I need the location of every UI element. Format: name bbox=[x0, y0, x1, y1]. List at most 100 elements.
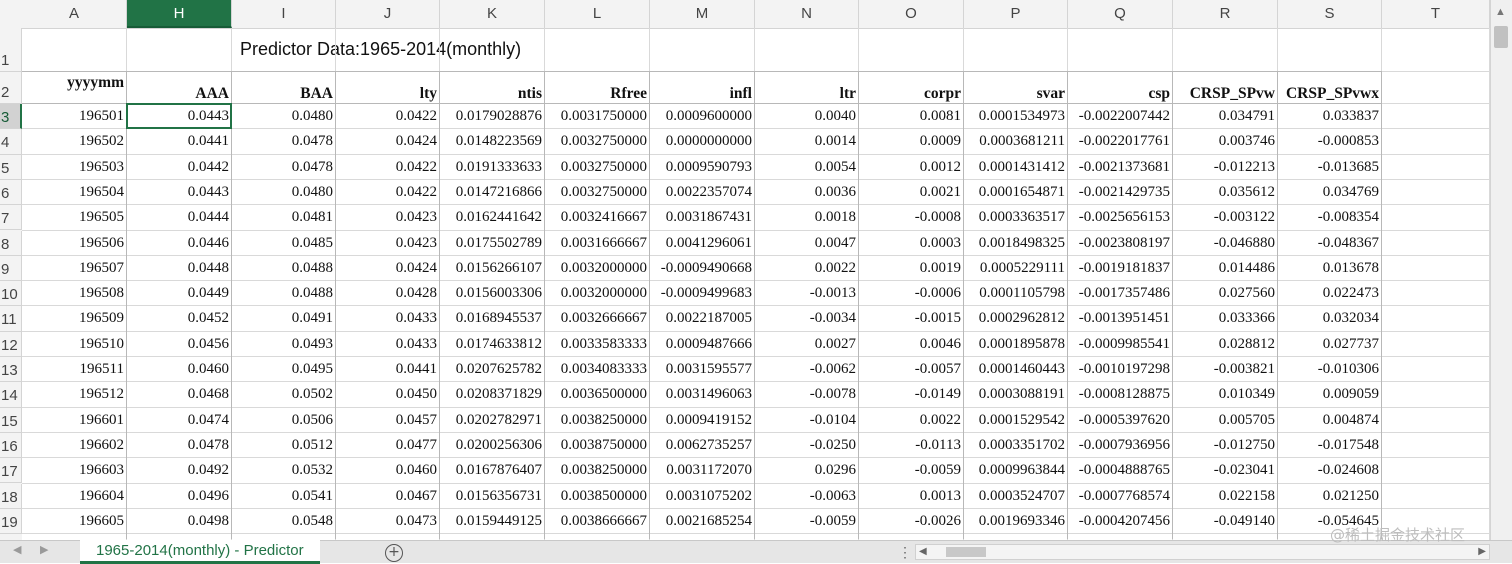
data-cell[interactable]: 0.0040 bbox=[755, 108, 859, 128]
data-cell[interactable]: 0.028812 bbox=[1173, 336, 1278, 356]
data-cell[interactable]: -0.0006 bbox=[859, 285, 964, 305]
row-header-6[interactable]: 6 bbox=[0, 179, 22, 206]
vertical-scroll-thumb[interactable] bbox=[1494, 26, 1508, 48]
data-cell[interactable]: -0.0021429735 bbox=[1068, 184, 1173, 204]
data-cell[interactable]: 0.0532 bbox=[232, 462, 336, 482]
data-cell[interactable]: -0.0017357486 bbox=[1068, 285, 1173, 305]
data-cell[interactable]: 0.0031666667 bbox=[545, 235, 650, 255]
data-cell[interactable]: 0.0032750000 bbox=[545, 159, 650, 179]
data-cell[interactable]: 0.0032000000 bbox=[545, 285, 650, 305]
data-cell[interactable]: -0.017548 bbox=[1278, 437, 1382, 457]
field-header-csp[interactable]: csp bbox=[1068, 85, 1173, 103]
data-cell[interactable]: -0.012213 bbox=[1173, 159, 1278, 179]
column-header-p[interactable]: P bbox=[964, 0, 1068, 28]
data-cell[interactable]: 0.0433 bbox=[336, 310, 440, 330]
data-cell[interactable]: 0.0168945537 bbox=[440, 310, 545, 330]
data-cell[interactable]: -0.010306 bbox=[1278, 361, 1382, 381]
data-cell[interactable]: 0.0488 bbox=[232, 260, 336, 280]
data-cell[interactable]: 196601 bbox=[22, 412, 127, 432]
data-cell[interactable]: 0.0036500000 bbox=[545, 386, 650, 406]
data-cell[interactable]: 0.0502 bbox=[232, 386, 336, 406]
data-cell[interactable]: 0.0047 bbox=[755, 235, 859, 255]
scroll-left-icon[interactable]: ◀ bbox=[919, 546, 927, 557]
data-cell[interactable]: 0.0442 bbox=[127, 159, 232, 179]
field-header-infl[interactable]: infl bbox=[650, 85, 755, 103]
horizontal-scroll-thumb[interactable] bbox=[946, 547, 986, 557]
data-cell[interactable]: -0.012750 bbox=[1173, 437, 1278, 457]
data-cell[interactable]: 0.0422 bbox=[336, 184, 440, 204]
data-cell[interactable]: 0.0468 bbox=[127, 386, 232, 406]
field-header-baa[interactable]: BAA bbox=[232, 85, 336, 103]
data-cell[interactable]: 0.033837 bbox=[1278, 108, 1382, 128]
data-cell[interactable]: 0.0485 bbox=[232, 235, 336, 255]
data-cell[interactable]: 0.0081 bbox=[859, 108, 964, 128]
data-cell[interactable]: 0.0167876407 bbox=[440, 462, 545, 482]
data-cell[interactable]: 0.0495 bbox=[232, 361, 336, 381]
data-cell[interactable]: 0.0296 bbox=[755, 462, 859, 482]
data-cell[interactable]: 0.0027 bbox=[755, 336, 859, 356]
data-cell[interactable]: -0.0104 bbox=[755, 412, 859, 432]
column-header-l[interactable]: L bbox=[545, 0, 650, 28]
field-header-rfree[interactable]: Rfree bbox=[545, 85, 650, 103]
data-cell[interactable]: 0.0506 bbox=[232, 412, 336, 432]
data-cell[interactable]: 0.0159449125 bbox=[440, 513, 545, 533]
column-header-h[interactable]: H bbox=[127, 0, 232, 28]
row-header-13[interactable]: 13 bbox=[0, 357, 22, 383]
data-cell[interactable]: -0.013685 bbox=[1278, 159, 1382, 179]
column-header-o[interactable]: O bbox=[859, 0, 964, 28]
data-cell[interactable]: 0.0054 bbox=[755, 159, 859, 179]
data-cell[interactable]: 0.0001431412 bbox=[964, 159, 1068, 179]
data-cell[interactable]: 0.0014 bbox=[755, 133, 859, 153]
data-cell[interactable]: 0.0498 bbox=[127, 513, 232, 533]
data-cell[interactable]: 196502 bbox=[22, 133, 127, 153]
column-header-a[interactable]: A bbox=[22, 0, 127, 28]
data-cell[interactable]: 196512 bbox=[22, 386, 127, 406]
data-cell[interactable]: 0.0009963844 bbox=[964, 462, 1068, 482]
row-header-5[interactable]: 5 bbox=[0, 154, 22, 180]
data-cell[interactable]: 0.0003088191 bbox=[964, 386, 1068, 406]
data-cell[interactable]: 0.027560 bbox=[1173, 285, 1278, 305]
data-cell[interactable]: -0.0009985541 bbox=[1068, 336, 1173, 356]
data-cell[interactable]: 196507 bbox=[22, 260, 127, 280]
data-cell[interactable]: 196506 bbox=[22, 235, 127, 255]
row-header-1[interactable]: 1 bbox=[0, 28, 22, 72]
column-header-q[interactable]: Q bbox=[1068, 0, 1173, 28]
data-cell[interactable]: 0.0001529542 bbox=[964, 412, 1068, 432]
data-cell[interactable]: 0.0038250000 bbox=[545, 462, 650, 482]
data-cell[interactable]: -0.0078 bbox=[755, 386, 859, 406]
scroll-right-icon[interactable]: ▶ bbox=[1478, 546, 1486, 557]
data-cell[interactable]: 0.0156356731 bbox=[440, 488, 545, 508]
data-cell[interactable]: 0.033366 bbox=[1173, 310, 1278, 330]
data-cell[interactable]: 0.0003363517 bbox=[964, 209, 1068, 229]
row-header-18[interactable]: 18 bbox=[0, 483, 22, 509]
data-cell[interactable]: 0.003746 bbox=[1173, 133, 1278, 153]
data-cell[interactable]: 0.0003351702 bbox=[964, 437, 1068, 457]
data-cell[interactable]: 0.0512 bbox=[232, 437, 336, 457]
data-cell[interactable]: -0.0034 bbox=[755, 310, 859, 330]
data-cell[interactable]: 0.0191333633 bbox=[440, 159, 545, 179]
data-cell[interactable]: 0.0202782971 bbox=[440, 412, 545, 432]
data-cell[interactable]: 0.0038750000 bbox=[545, 437, 650, 457]
plus-circle-icon[interactable]: + bbox=[385, 544, 403, 562]
data-cell[interactable]: 0.0456 bbox=[127, 336, 232, 356]
data-cell[interactable]: -0.0059 bbox=[755, 513, 859, 533]
data-cell[interactable]: 0.0452 bbox=[127, 310, 232, 330]
data-cell[interactable]: 0.0033583333 bbox=[545, 336, 650, 356]
data-cell[interactable]: 0.0005229111 bbox=[964, 260, 1068, 280]
data-cell[interactable]: 0.0001895878 bbox=[964, 336, 1068, 356]
data-cell[interactable]: -0.003122 bbox=[1173, 209, 1278, 229]
data-cell[interactable]: -0.008354 bbox=[1278, 209, 1382, 229]
data-cell[interactable]: -0.048367 bbox=[1278, 235, 1382, 255]
data-cell[interactable]: -0.0004888765 bbox=[1068, 462, 1173, 482]
data-cell[interactable]: 0.022158 bbox=[1173, 488, 1278, 508]
triangle-left-icon[interactable]: ◀ bbox=[13, 543, 21, 556]
data-cell[interactable]: 0.0422 bbox=[336, 108, 440, 128]
data-cell[interactable]: -0.049140 bbox=[1173, 513, 1278, 533]
data-cell[interactable]: 0.0031750000 bbox=[545, 108, 650, 128]
data-cell[interactable]: 0.0036 bbox=[755, 184, 859, 204]
data-cell[interactable]: 0.0001654871 bbox=[964, 184, 1068, 204]
data-cell[interactable]: -0.0015 bbox=[859, 310, 964, 330]
data-cell[interactable]: -0.0022007442 bbox=[1068, 108, 1173, 128]
data-cell[interactable]: 0.0001460443 bbox=[964, 361, 1068, 381]
field-header-aaa[interactable]: AAA bbox=[127, 85, 232, 103]
